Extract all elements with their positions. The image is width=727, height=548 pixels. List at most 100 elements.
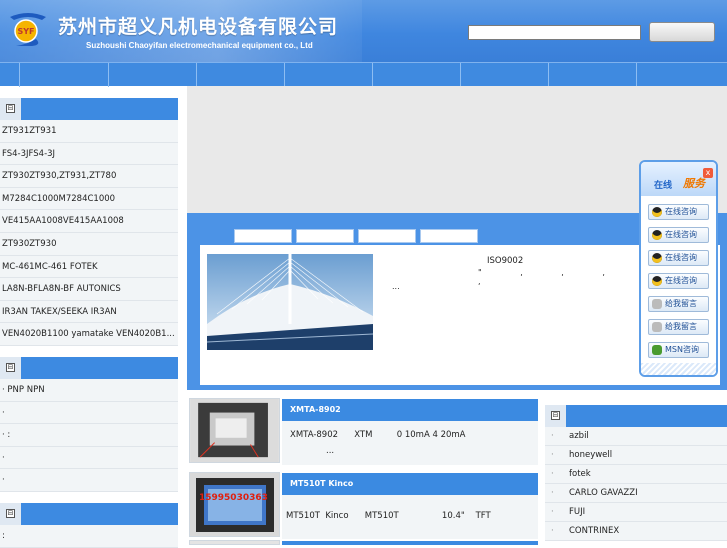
product-title[interactable]: XMTA-8902 [282, 399, 538, 421]
chat-title-service: 服务 [683, 177, 705, 190]
product-title[interactable]: MT510T Kinco [282, 473, 538, 495]
product-desc-line: XMTA-8902 XTM 0 10mA 4 20mA [290, 430, 466, 440]
list-item[interactable]: VE415AA1008VE415AA1008 [0, 210, 178, 233]
list-item[interactable]: VEN4020B1100 yamatake VEN4020B1... [0, 323, 178, 346]
list-item[interactable]: · [0, 469, 178, 492]
collapse-toggle[interactable]: ⊟ [0, 356, 21, 379]
list-item[interactable]: · [0, 401, 178, 425]
feature-tab-3[interactable] [358, 229, 416, 243]
feature-tab-2[interactable] [296, 229, 354, 243]
list-item[interactable]: LA8N-BFLA8N-BF AUTONICS [0, 278, 178, 301]
nav-item-5[interactable] [373, 63, 461, 87]
list-item[interactable]: · PNP NPN [0, 378, 178, 402]
product-description: MT510T Kinco MT510T 10.4" TFT [282, 495, 538, 539]
list-item[interactable]: M7284C1000M7284C1000 [0, 187, 178, 211]
product-photo [190, 473, 279, 536]
category-header[interactable]: ⊟ [0, 502, 178, 525]
product-description: XMTA-8902 XTM 0 10mA 4 20mA ... [282, 421, 538, 465]
nav-item-1[interactable] [20, 63, 109, 87]
list-item[interactable]: · : [0, 424, 178, 447]
nav-item-8[interactable] [637, 63, 727, 87]
brand-item[interactable]: · fotek [545, 465, 727, 484]
chat-header: 在线 服务 x [641, 162, 716, 196]
feature-ellipsis: ... [392, 282, 400, 291]
iso-certificate-title: ISO9002 [487, 256, 524, 266]
main-nav [0, 62, 727, 87]
message-icon [652, 322, 662, 332]
online-service-widget: 在线 服务 x 在线咨询 在线咨询 在线咨询 在线咨询 给我留言 给我留言 MS… [639, 160, 718, 377]
product-watermark: 15995030363 [199, 493, 268, 503]
list-item[interactable]: FS4-3JFS4-3J [0, 142, 178, 166]
category-header[interactable]: ⊟ [0, 356, 178, 379]
qq-consult-button[interactable]: 在线咨询 [648, 204, 709, 220]
brand-list-header[interactable]: ⊟ [545, 405, 727, 427]
nav-item-7[interactable] [549, 63, 637, 87]
bullet-icon: · [551, 526, 554, 536]
brand-name: azbil [569, 431, 589, 441]
qq-icon [652, 276, 662, 286]
feature-tab-4[interactable] [420, 229, 478, 243]
logo-text: SYF [17, 27, 34, 36]
product-image[interactable] [189, 398, 280, 463]
brand-list-panel: ⊟ · azbil · honeywell · fotek · CARLO GAVAZ… [545, 405, 727, 541]
list-item[interactable]: · [0, 446, 178, 470]
collapse-toggle[interactable]: ⊟ [0, 98, 21, 120]
list-item[interactable]: ZT930ZT930,ZT931,ZT780 [0, 165, 178, 188]
brand-item[interactable]: · FUJI [545, 503, 727, 522]
bullet-icon: · [551, 450, 554, 460]
nav-item-3[interactable] [197, 63, 285, 87]
company-logo[interactable]: SYF [6, 11, 50, 47]
brand-name: CARLO GAVAZZI [569, 488, 638, 498]
leave-message-button[interactable]: 给我留言 [648, 319, 709, 335]
brand-item[interactable]: · honeywell [545, 446, 727, 465]
bullet-icon: · [551, 431, 554, 441]
button-label: 给我留言 [665, 322, 697, 331]
chat-footer [641, 363, 716, 375]
product-desc-line: ... [326, 446, 335, 456]
button-label: 给我留言 [665, 299, 697, 308]
collapse-icon: ⊟ [6, 362, 15, 372]
search-button[interactable] [649, 22, 715, 42]
bullet-icon: · [551, 507, 554, 517]
qq-icon [652, 253, 662, 263]
collapse-toggle[interactable]: ⊟ [545, 405, 566, 427]
product-image[interactable] [189, 540, 280, 545]
button-label: MSN咨询 [665, 345, 699, 354]
product-image[interactable]: 15995030363 [189, 472, 280, 537]
qq-consult-button[interactable]: 在线咨询 [648, 273, 709, 289]
bullet-icon: · [551, 488, 554, 498]
leave-message-button[interactable]: 给我留言 [648, 296, 709, 312]
list-item[interactable]: : [0, 524, 178, 548]
close-icon[interactable]: x [703, 168, 713, 178]
list-item[interactable]: ZT931ZT931 [0, 120, 178, 143]
brand-name: honeywell [569, 450, 613, 460]
brand-item[interactable]: · CARLO GAVAZZI [545, 484, 727, 503]
site-header: SYF 苏州市超义凡机电设备有限公司 Suzhoushi Chaoyifan e… [0, 0, 727, 62]
msn-consult-button[interactable]: MSN咨询 [648, 342, 709, 358]
list-item[interactable]: ZT930ZT930 [0, 232, 178, 256]
feature-tab-1[interactable] [234, 229, 292, 243]
brand-name: FUJI [569, 507, 586, 517]
nav-item-0[interactable] [0, 63, 20, 87]
product-desc-line: MT510T Kinco MT510T 10.4" TFT [286, 511, 491, 521]
company-name-cn: 苏州市超义凡机电设备有限公司 [58, 16, 339, 38]
section-gap [0, 491, 178, 503]
list-item[interactable]: IR3AN TAKEX/SEEKA IR3AN [0, 300, 178, 324]
brand-item[interactable]: · CONTRINEX [545, 522, 727, 541]
msn-icon [652, 345, 662, 355]
product-title[interactable] [282, 541, 538, 545]
list-item[interactable]: MC-461MC-461 FOTEK [0, 255, 178, 279]
nav-item-2[interactable] [109, 63, 197, 87]
message-icon [652, 299, 662, 309]
qq-consult-button[interactable]: 在线咨询 [648, 227, 709, 243]
collapse-toggle[interactable]: ⊟ [0, 502, 21, 525]
brand-name: fotek [569, 469, 591, 479]
search-input[interactable] [468, 25, 641, 40]
category-header[interactable]: ⊟ [0, 98, 178, 120]
nav-item-6[interactable] [461, 63, 549, 87]
qq-icon [652, 230, 662, 240]
brand-item[interactable]: · azbil [545, 427, 727, 446]
button-label: 在线咨询 [665, 276, 697, 285]
nav-item-4[interactable] [285, 63, 373, 87]
qq-consult-button[interactable]: 在线咨询 [648, 250, 709, 266]
